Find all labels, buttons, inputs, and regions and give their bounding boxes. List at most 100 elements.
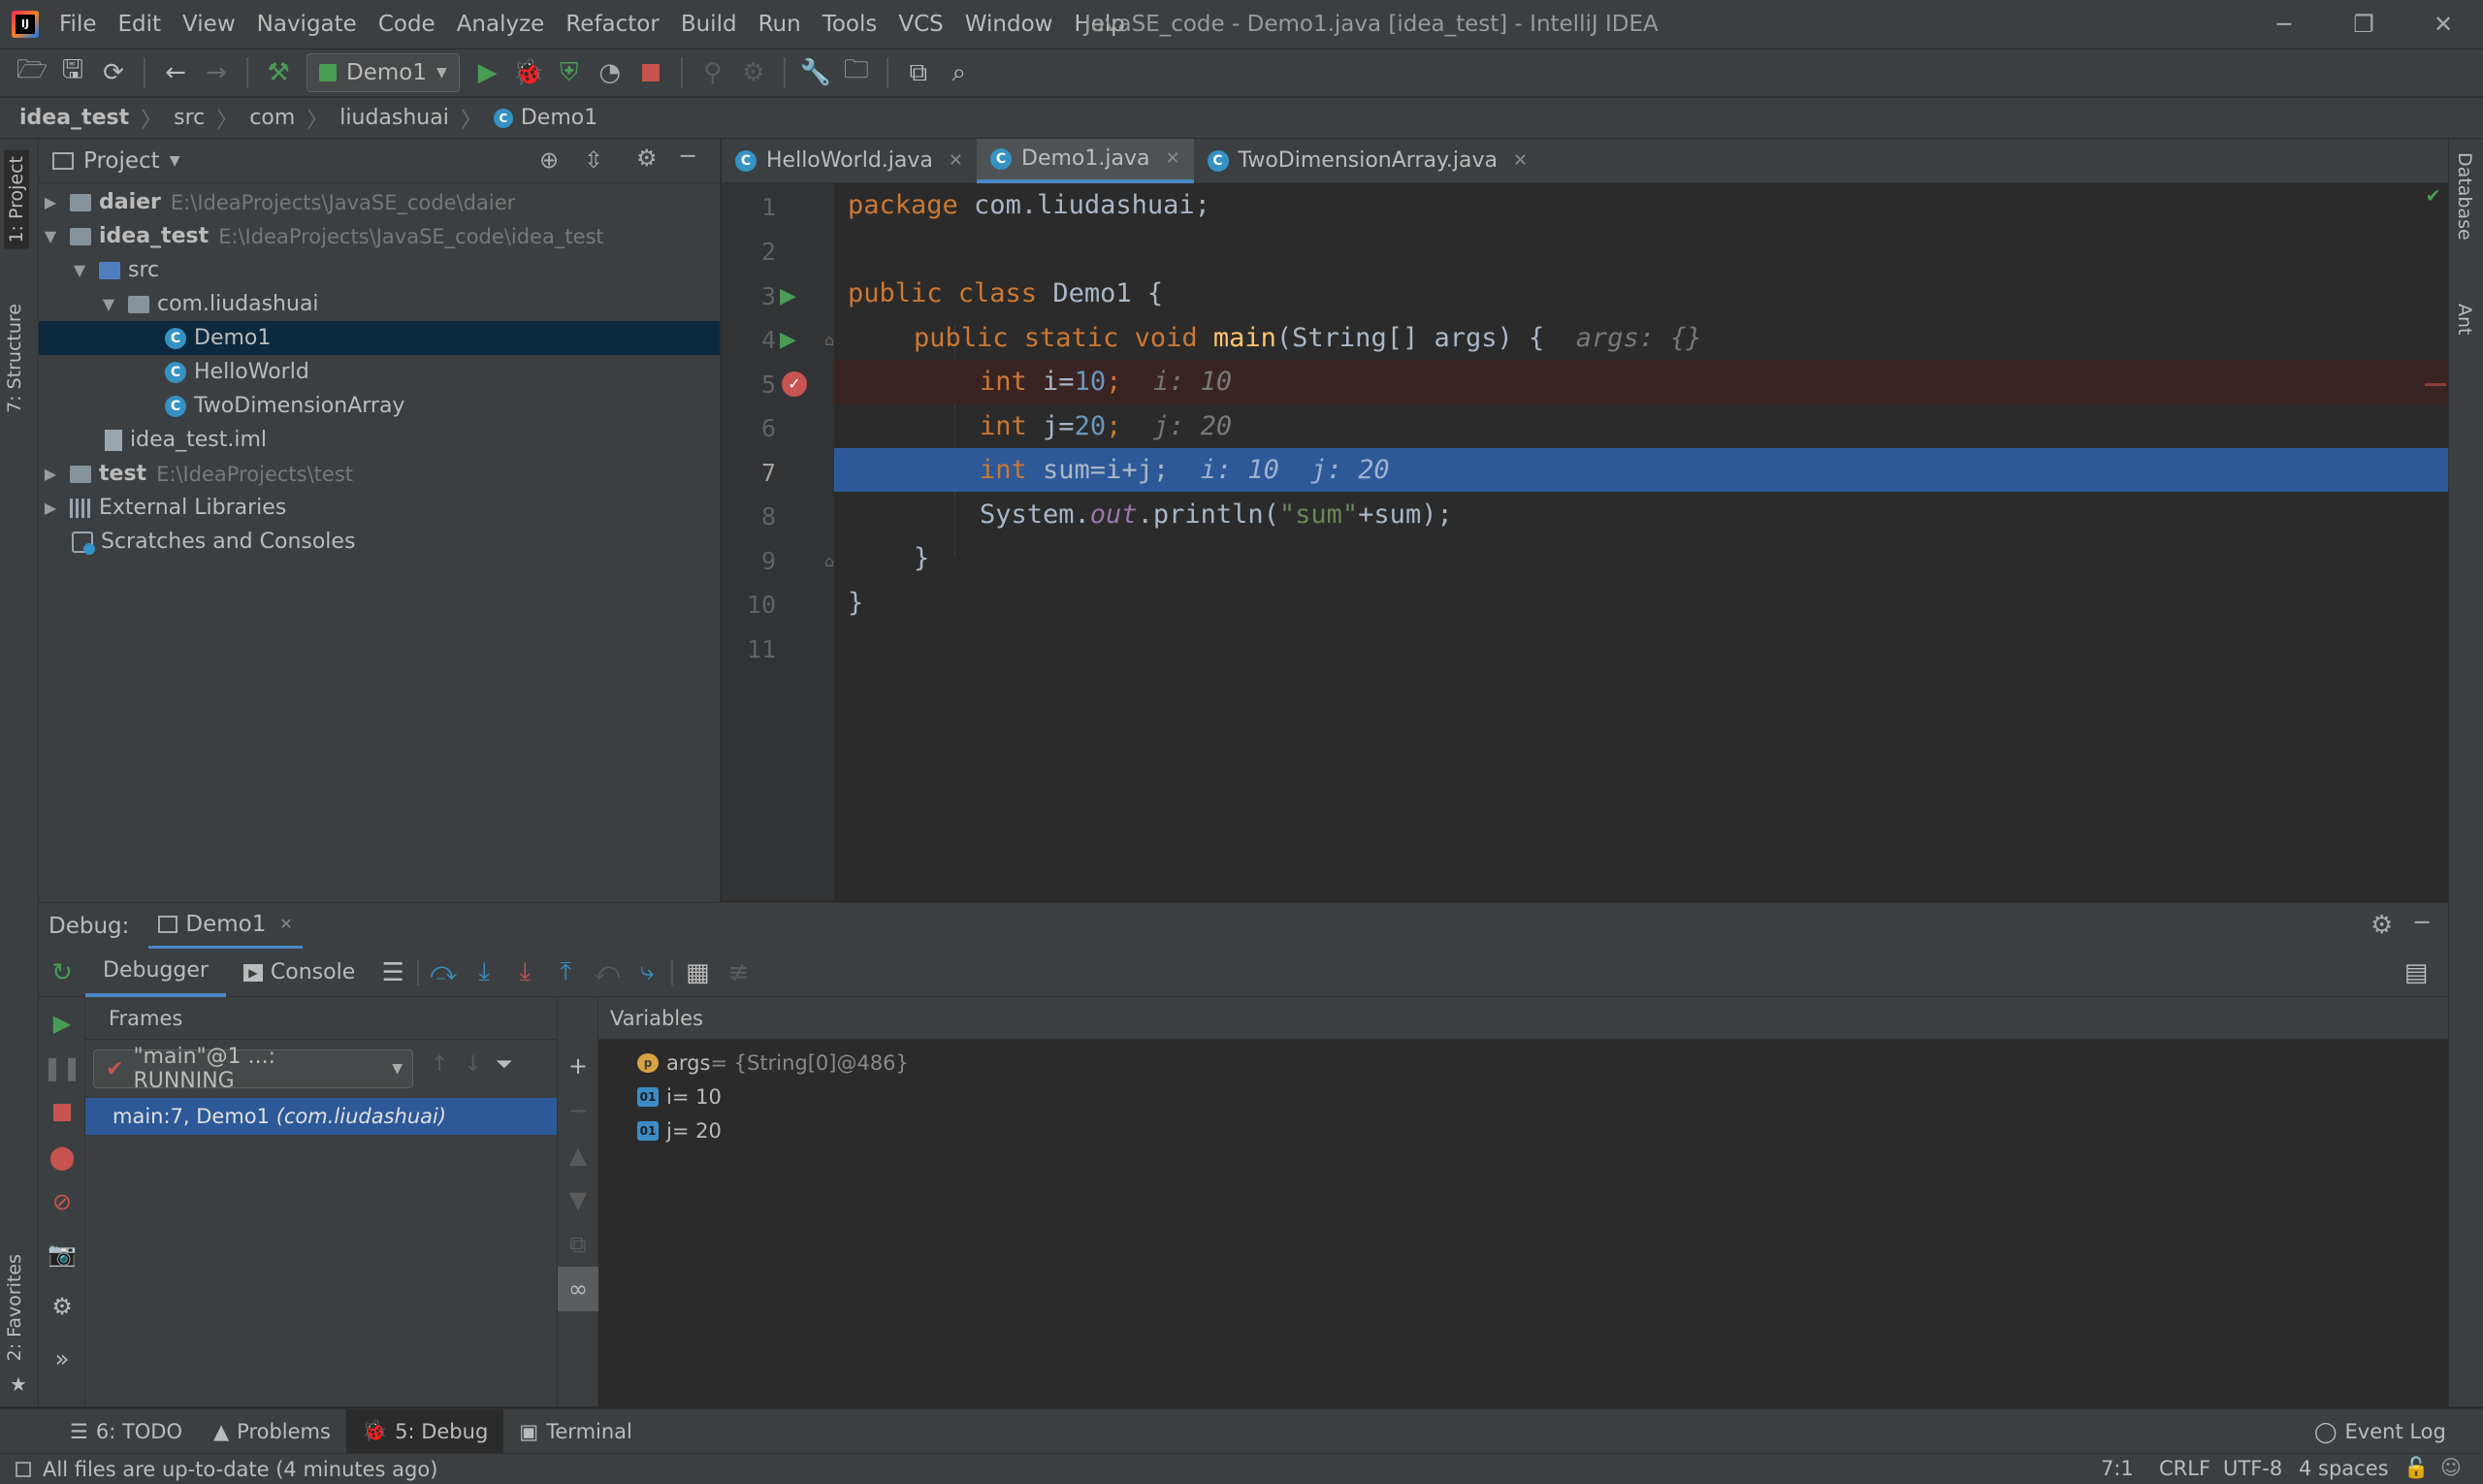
tree-item[interactable]: C HelloWorld — [39, 355, 720, 389]
stack-frame-row[interactable]: main:7, Demo1 (com.liudashuai) — [85, 1098, 557, 1135]
variable-row[interactable]: 01 i = 10 — [598, 1080, 2448, 1113]
variable-row[interactable]: p args = {String[0]@486} — [598, 1046, 2448, 1080]
menu-window[interactable]: Window — [954, 0, 1064, 48]
resume-icon[interactable]: ▶ — [39, 1001, 85, 1046]
tab-event-log[interactable]: ◯ Event Log — [2299, 1409, 2462, 1454]
tree-item[interactable]: ▼ src — [39, 253, 720, 287]
menu-navigate[interactable]: Navigate — [246, 0, 368, 48]
hide-panel-icon[interactable]: ─ — [681, 143, 694, 170]
breadcrumb-demo1[interactable]: Demo1 — [521, 106, 597, 130]
breadcrumb-project[interactable]: idea_test — [19, 106, 129, 130]
collapse-all-icon[interactable]: ⇳ — [584, 146, 603, 174]
menu-tools[interactable]: Tools — [812, 0, 888, 48]
minimize-icon[interactable]: ─ — [2250, 0, 2318, 48]
gear-icon[interactable]: ⚙ — [2370, 911, 2393, 940]
run-icon[interactable]: ▶ — [468, 52, 508, 93]
forward-arrow-icon[interactable]: → — [196, 52, 237, 93]
trace-icon[interactable]: ≢ — [718, 952, 758, 993]
threads-list-icon[interactable]: ☰ — [372, 952, 413, 993]
menu-build[interactable]: Build — [670, 0, 748, 48]
close-tab-icon[interactable]: ✕ — [1513, 150, 1528, 171]
camera-icon[interactable]: 📷 — [39, 1232, 85, 1276]
lock-icon[interactable]: 🔓 — [2403, 1456, 2429, 1480]
gear-icon[interactable]: ⚙ — [636, 145, 658, 172]
coverage-icon[interactable]: ⛨ — [549, 52, 590, 93]
run-gutter-icon[interactable]: ▶ — [780, 328, 796, 352]
more-icon[interactable]: » — [39, 1337, 85, 1381]
tab-debug[interactable]: 🐞 5: Debug — [345, 1408, 504, 1454]
fold-icon[interactable]: ⌂ — [824, 552, 834, 570]
expand-arrow-icon[interactable]: ▶ — [43, 465, 58, 483]
step-into-icon[interactable]: ⤓ — [464, 952, 504, 993]
close-tab-icon[interactable]: ✕ — [279, 915, 292, 933]
tab-console[interactable]: ▶ Console — [226, 949, 372, 997]
menu-file[interactable]: File — [48, 0, 108, 48]
mute-breakpoints-icon[interactable]: ⊘ — [39, 1179, 85, 1224]
arrow-up-icon[interactable]: ↑ — [431, 1052, 448, 1077]
run-to-cursor-icon[interactable]: ⤷ — [627, 952, 667, 993]
profile-icon[interactable]: ◔ — [590, 52, 630, 93]
tree-item[interactable]: C TwoDimensionArray — [39, 389, 720, 423]
tree-item[interactable]: ▶ daier E:\IdeaProjects\JavaSE_code\daie… — [39, 185, 720, 219]
collapse-arrow-icon[interactable]: ▼ — [43, 227, 58, 245]
filter-icon[interactable]: ⏷ — [496, 1052, 513, 1077]
tab-structure[interactable]: 7: Structure — [4, 304, 25, 413]
copy-icon[interactable]: ⧉ — [558, 1222, 598, 1267]
tree-item[interactable]: idea_test.iml — [39, 423, 720, 457]
close-window-icon[interactable]: ✕ — [2409, 0, 2477, 48]
tree-item[interactable]: ▼ idea_test E:\IdeaProjects\JavaSE_code\… — [39, 219, 720, 253]
tree-item-selected[interactable]: C Demo1 — [39, 321, 720, 355]
close-tab-icon[interactable]: ✕ — [1165, 148, 1179, 169]
save-all-icon[interactable]: 🖫 — [52, 52, 93, 93]
fold-icon[interactable]: ⌂ — [824, 331, 834, 349]
tab-problems[interactable]: ▲ Problems — [198, 1409, 346, 1454]
sync-icon[interactable]: ⟳ — [93, 52, 134, 93]
back-arrow-icon[interactable]: ← — [155, 52, 196, 93]
menu-run[interactable]: Run — [748, 0, 812, 48]
breadcrumb-src[interactable]: src — [174, 106, 205, 130]
breadcrumb-liudashuai[interactable]: liudashuai — [339, 106, 449, 130]
line-separator[interactable]: CRLF — [2159, 1457, 2210, 1480]
tab-debugger[interactable]: Debugger — [85, 949, 226, 997]
tab-helloworld[interactable]: C HelloWorld.java ✕ — [722, 139, 977, 183]
menu-edit[interactable]: Edit — [108, 0, 173, 48]
collapse-arrow-icon[interactable]: ▼ — [72, 261, 87, 279]
debug-bug-icon[interactable]: 🐞 — [508, 52, 549, 93]
inspector-icon[interactable]: ☺ — [2440, 1456, 2462, 1479]
tree-item[interactable]: ▶ test E:\IdeaProjects\test — [39, 457, 720, 491]
editor-gutter[interactable]: 1 2 3 4 5 6 7 8 9 10 11 ▶ ▶ ✓ ⌂ ⌂ — [722, 183, 834, 901]
status-panel-icon[interactable] — [16, 1461, 31, 1477]
terminal-window-icon[interactable]: ⧉ — [898, 52, 939, 93]
run-configuration-select[interactable]: Demo1 ▼ — [306, 53, 460, 92]
debug-session-tab[interactable]: Demo1 ✕ — [148, 903, 303, 950]
run-gutter-icon[interactable]: ▶ — [780, 284, 796, 308]
evaluate-expression-icon[interactable]: ▦ — [677, 952, 718, 993]
layout-icon[interactable]: ▤ — [2396, 952, 2436, 993]
rerun-icon[interactable]: ↻ — [39, 949, 85, 997]
collapse-arrow-icon[interactable]: ▼ — [101, 295, 116, 313]
caret-position[interactable]: 7:1 — [2101, 1457, 2134, 1480]
menu-analyze[interactable]: Analyze — [446, 0, 556, 48]
locate-icon[interactable]: ⊕ — [539, 146, 559, 174]
breadcrumb-com[interactable]: com — [249, 106, 295, 130]
show-watches-icon[interactable]: ∞ — [558, 1267, 598, 1311]
thread-select[interactable]: ✔ "main"@1 ...: RUNNING ▼ — [93, 1045, 413, 1093]
open-folder-icon[interactable]: 🗁 — [12, 52, 52, 93]
force-step-into-icon[interactable]: ⤓ — [504, 952, 545, 993]
tab-project[interactable]: 1: Project — [4, 150, 29, 249]
expand-arrow-icon[interactable]: ▶ — [43, 193, 58, 211]
step-out-icon[interactable]: ⤒ — [545, 952, 586, 993]
build-hammer-icon[interactable]: ⚒ — [258, 52, 299, 93]
restore-icon[interactable]: ❐ — [2330, 0, 2398, 48]
tab-terminal[interactable]: ▣ Terminal — [503, 1409, 648, 1454]
settings-wrench-icon[interactable]: 🔧 — [795, 52, 836, 93]
move-up-icon[interactable]: ▲ — [558, 1133, 598, 1178]
tree-item[interactable]: ▶ External Libraries — [39, 491, 720, 525]
tab-demo1[interactable]: C Demo1.java ✕ — [977, 138, 1194, 183]
tree-item[interactable]: ▼ com.liudashuai — [39, 287, 720, 321]
hide-panel-icon[interactable]: ─ — [2415, 909, 2429, 936]
tree-item[interactable]: Scratches and Consoles — [39, 525, 720, 559]
menu-refactor[interactable]: Refactor — [555, 0, 669, 48]
search-icon[interactable]: ⌕ — [939, 52, 980, 93]
menu-vcs[interactable]: VCS — [887, 0, 953, 48]
